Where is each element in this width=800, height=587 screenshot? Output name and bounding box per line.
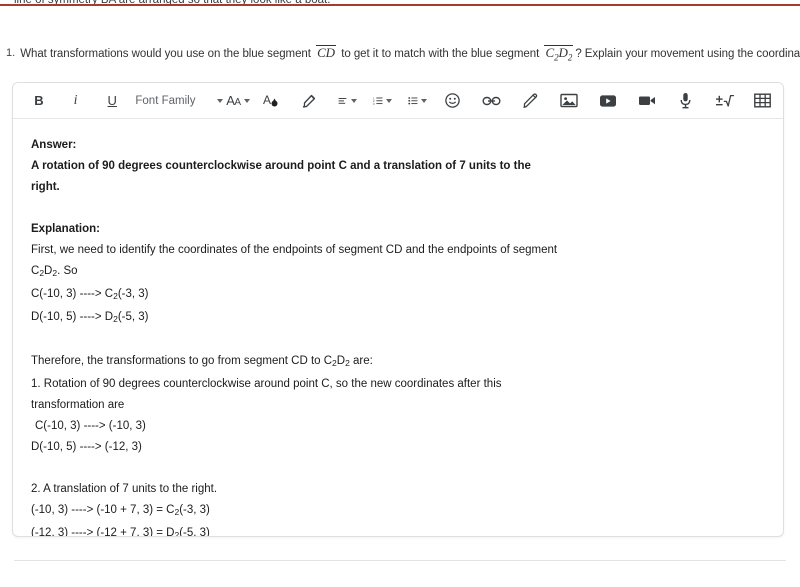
bold-button[interactable]: B	[25, 89, 53, 113]
numbered-list-dropdown[interactable]: 1 2 3	[369, 89, 399, 113]
question-part-1: What transformations would you use on th…	[20, 48, 311, 60]
question-text: What transformations would you use on th…	[20, 45, 800, 65]
mapping-d-original: D(-10, 5) ----> D2(-5, 3)	[31, 311, 149, 324]
align-dropdown[interactable]	[334, 89, 364, 113]
svg-text:3: 3	[373, 102, 375, 106]
editor-content-area[interactable]: Answer: A rotation of 90 degrees counter…	[13, 119, 783, 537]
draw-button[interactable]	[516, 89, 544, 113]
image-button[interactable]	[555, 89, 583, 113]
text-color-button[interactable]: A	[257, 89, 285, 113]
answer-summary-line-1: A rotation of 90 degrees counterclockwis…	[31, 160, 531, 172]
step-1-line-1: 1. Rotation of 90 degrees counterclockwi…	[31, 378, 502, 390]
explanation-line-2: C2D2. So	[31, 265, 78, 278]
chevron-down-icon	[243, 98, 250, 103]
chevron-down-icon	[351, 98, 357, 103]
answer-heading: Answer:	[31, 139, 77, 151]
chevron-down-icon	[420, 98, 427, 103]
answer-summary-line-2: right.	[31, 181, 60, 193]
explanation-heading: Explanation:	[31, 223, 101, 235]
step-1-mapping-d: D(-10, 5) ----> (-12, 3)	[31, 441, 142, 453]
font-family-dropdown[interactable]: Font Family	[135, 89, 195, 113]
italic-button[interactable]: i	[58, 89, 94, 113]
question-part-3: ? Explain your movement using the coordi…	[575, 48, 800, 60]
question-prompt: 1. What transformations would you use on…	[6, 45, 800, 65]
step-1-mapping-c: C(-10, 3) ----> (-10, 3)	[35, 420, 146, 432]
question-part-2: to get it to match with the blue segment	[341, 48, 540, 60]
underline-button[interactable]: U	[98, 89, 126, 113]
table-button[interactable]	[749, 89, 777, 113]
step-2-mapping-c: (-10, 3) ----> (-10 + 7, 3) = C2(-3, 3)	[31, 504, 210, 517]
editor-toolbar: B i U Font Family AA A 1 2 3	[13, 83, 783, 119]
emoji-button[interactable]	[439, 89, 467, 113]
segment-cd-notation: CD	[316, 45, 337, 60]
microphone-button[interactable]	[671, 89, 699, 113]
explanation-line-1: First, we need to identify the coordinat…	[31, 244, 558, 256]
therefore-line: Therefore, the transformations to go fro…	[31, 355, 373, 368]
bullet-list-dropdown[interactable]	[404, 89, 434, 113]
step-1-line-2: transformation are	[31, 399, 125, 411]
step-2-line-1: 2. A translation of 7 units to the right…	[31, 483, 218, 495]
segment-c2d2-notation: C2D2	[544, 45, 574, 63]
font-size-dropdown[interactable]: AA	[215, 89, 253, 113]
highlight-button[interactable]	[296, 89, 324, 113]
accent-divider	[0, 4, 800, 6]
equation-button[interactable]	[710, 89, 738, 113]
record-video-button[interactable]	[633, 89, 661, 113]
bottom-divider	[14, 560, 786, 561]
rich-text-editor: B i U Font Family AA A 1 2 3 Answer: A r…	[12, 82, 784, 537]
question-number: 1.	[6, 47, 16, 59]
video-button[interactable]	[594, 89, 622, 113]
mapping-c-original: C(-10, 3) ----> C2(-3, 3)	[31, 288, 149, 301]
svg-text:A: A	[263, 93, 271, 107]
chevron-down-icon	[385, 98, 392, 103]
link-button[interactable]	[477, 89, 505, 113]
chevron-down-icon	[217, 98, 224, 103]
step-2-mapping-d: (-12, 3) ----> (-12 + 7, 3) = D2(-5, 3)	[31, 527, 210, 537]
